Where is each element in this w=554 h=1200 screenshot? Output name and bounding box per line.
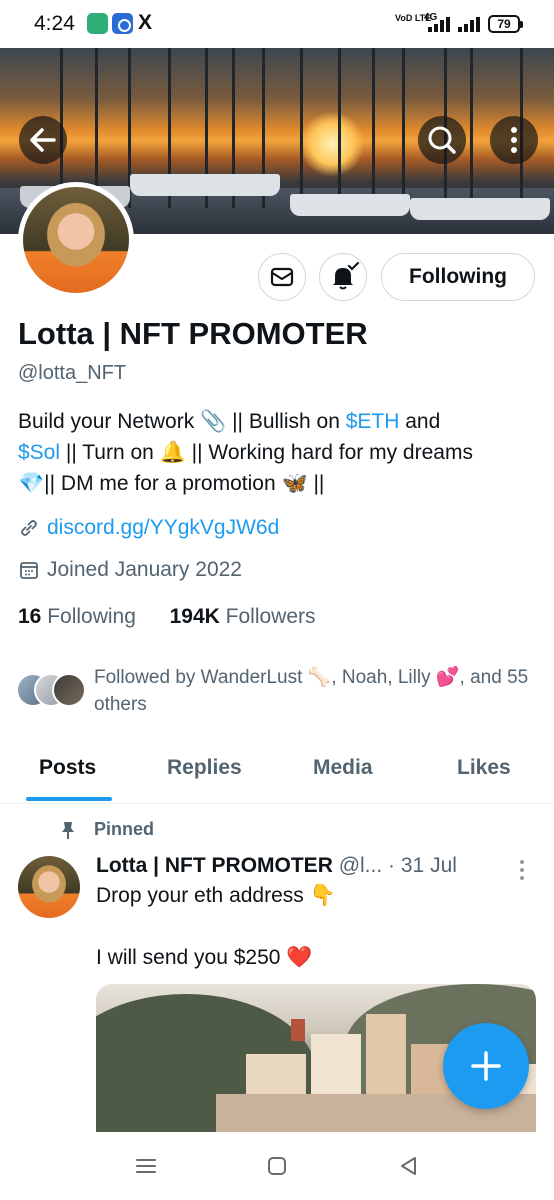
followers-label: Followers <box>225 605 316 628</box>
post-text-line: I will send you $250 ❤️ <box>96 946 313 969</box>
tab-posts[interactable]: Posts <box>39 756 96 780</box>
search-icon <box>428 126 456 154</box>
profile-avatar[interactable] <box>18 182 134 298</box>
plus-icon <box>471 1051 501 1081</box>
post-author-avatar[interactable] <box>18 856 80 918</box>
bio-text: || Bullish on <box>226 410 346 433</box>
system-nav-bar <box>0 1132 554 1200</box>
gem-emoji: 💎 <box>18 471 45 495</box>
message-button[interactable] <box>258 253 306 301</box>
cashtag-sol-link[interactable]: $Sol <box>18 441 60 464</box>
pinned-label: Pinned <box>94 819 155 839</box>
joined-row: Joined January 2022 <box>18 558 242 582</box>
recents-button[interactable] <box>132 1152 160 1180</box>
more-options-button[interactable] <box>490 116 538 164</box>
profile-link[interactable]: discord.gg/YYgkVgJW6d <box>47 516 279 539</box>
bio-text: || Working hard for my dreams <box>185 441 473 464</box>
followers-count-link[interactable]: 194K Followers <box>170 605 316 628</box>
post-header: Lotta | NFT PROMOTER @l... · 31 Jul <box>96 854 457 878</box>
tab-replies[interactable]: Replies <box>167 756 242 780</box>
bio-text: || <box>307 472 325 495</box>
profile-tabs: Posts Replies Media Likes <box>0 740 554 804</box>
bio-text: || DM me for a promotion <box>44 472 282 495</box>
cashtag-eth-link[interactable]: $ETH <box>346 410 400 433</box>
calendar-icon <box>20 562 38 580</box>
back-triangle-icon <box>401 1157 416 1175</box>
home-icon <box>268 1157 286 1175</box>
battery-icon: 79 <box>488 15 523 33</box>
more-vertical-icon <box>511 127 517 153</box>
followed-by-row[interactable]: Followed by WanderLust 🦴, Noah, Lilly 💕,… <box>16 664 546 720</box>
signal-icon <box>428 16 454 32</box>
followed-by-text: Followed by WanderLust 🦴, Noah, Lilly 💕,… <box>94 667 529 715</box>
search-button[interactable] <box>418 116 466 164</box>
post-author-handle[interactable]: @l... <box>339 854 383 877</box>
status-bar: 4:24 X VoD LTE 4G 79 <box>0 0 554 48</box>
joined-date: Joined January 2022 <box>47 558 242 581</box>
pin-icon <box>62 822 74 840</box>
pinned-label-row: Pinned <box>58 819 154 840</box>
recents-icon <box>136 1159 156 1173</box>
arrow-left-icon <box>30 128 56 152</box>
signal-icon <box>458 16 484 32</box>
post-more-button[interactable] <box>512 858 532 882</box>
followers-count: 194K <box>169 605 220 628</box>
profile-bio: Build your Network 📎 || Bullish on $ETH … <box>18 406 538 499</box>
profile-link-row: discord.gg/YYgkVgJW6d <box>18 516 279 540</box>
follower-avatar <box>52 673 86 707</box>
notification-app-icon <box>112 13 133 34</box>
profile-handle: @lotta_NFT <box>18 362 127 384</box>
post-date[interactable]: · 31 Jul <box>388 854 457 877</box>
following-label: Following <box>47 605 136 628</box>
following-count-link[interactable]: 16 Following <box>18 605 136 628</box>
follow-stats: 16 Following 194K Followers <box>18 605 316 629</box>
profile-name: Lotta | NFT PROMOTER <box>18 316 368 351</box>
tab-media[interactable]: Media <box>313 756 373 780</box>
bio-text: and <box>399 410 441 433</box>
paperclip-emoji: 📎 <box>200 409 227 433</box>
bell-subscribed-icon <box>333 261 360 290</box>
status-time: 4:24 <box>34 12 75 35</box>
compose-post-button[interactable] <box>443 1023 529 1109</box>
notification-app-icon <box>87 13 108 34</box>
banner-sun <box>300 112 364 176</box>
more-vertical-icon <box>520 860 524 880</box>
system-back-button[interactable] <box>395 1152 423 1180</box>
x-logo-icon: X <box>138 11 153 34</box>
home-button[interactable] <box>263 1152 291 1180</box>
tab-likes[interactable]: Likes <box>457 756 511 780</box>
notifications-button[interactable] <box>319 253 367 301</box>
following-count: 16 <box>18 605 42 628</box>
link-icon <box>21 520 37 537</box>
post-text-line: Drop your eth address 👇 <box>96 884 336 907</box>
active-tab-indicator <box>26 797 112 801</box>
bio-text: || Turn on <box>60 441 160 464</box>
bio-text: Build your Network <box>18 410 201 433</box>
butterfly-emoji: 🦋 <box>281 471 308 495</box>
envelope-icon <box>270 267 294 287</box>
post-author-name[interactable]: Lotta | NFT PROMOTER <box>96 854 333 877</box>
following-button[interactable]: Following <box>381 253 535 301</box>
back-button[interactable] <box>19 116 67 164</box>
bell-emoji: 🔔 <box>159 440 186 464</box>
